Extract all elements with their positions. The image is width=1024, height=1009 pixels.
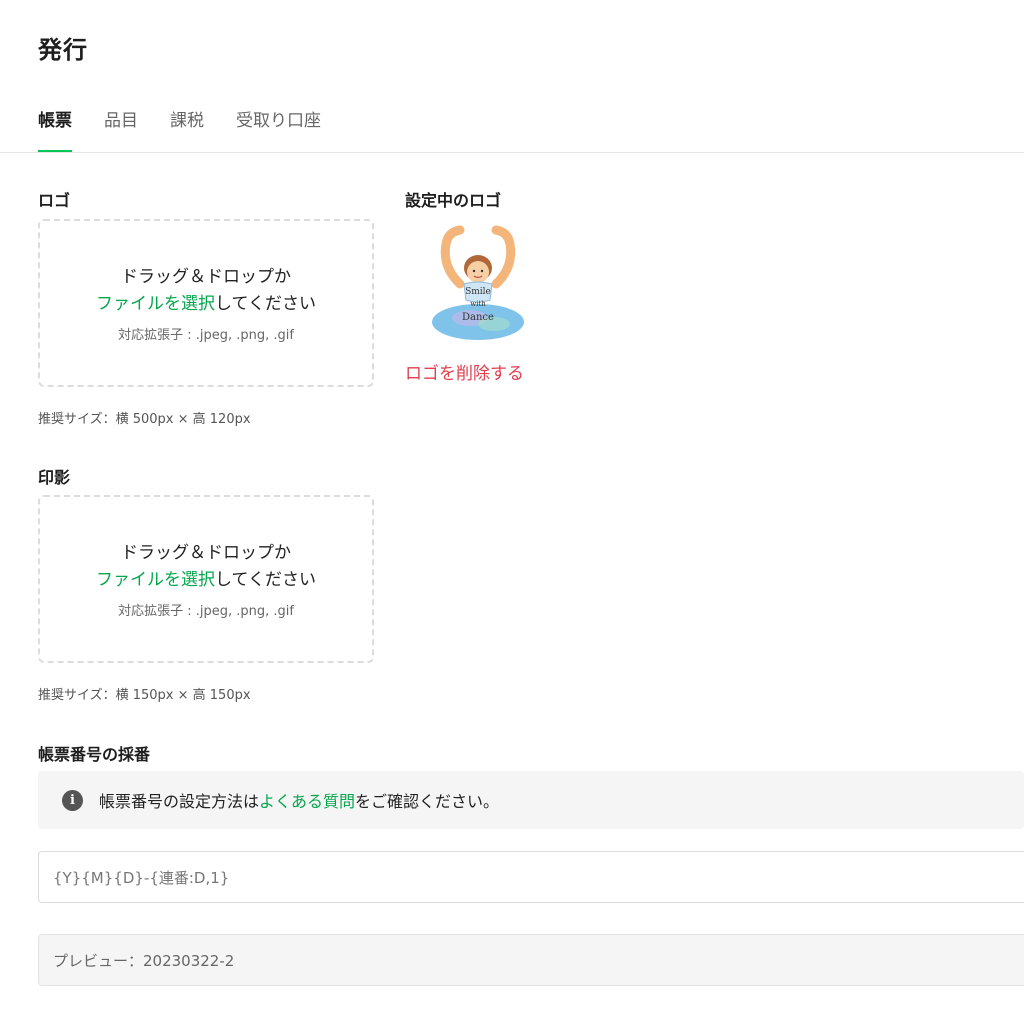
dropzone-extensions: 対応拡張子 : .jpeg, .png, .gif <box>118 603 294 619</box>
numbering-info-box: i 帳票番号の設定方法はよくある質問をご確認ください。 <box>38 771 1024 829</box>
numbering-format-input[interactable] <box>38 851 1024 903</box>
info-icon: i <box>62 789 83 811</box>
info-suffix: をご確認ください。 <box>355 792 500 811</box>
tab-receiving-account[interactable]: 受取り口座 <box>236 106 321 151</box>
dropzone-instruction: ドラッグ＆ドロップか <box>121 266 291 287</box>
delete-logo-button[interactable]: ロゴを削除する <box>405 359 524 384</box>
stamp-section-label: 印影 <box>38 468 71 487</box>
tab-bar: 帳票 品目 課税 受取り口座 <box>38 106 353 153</box>
dropzone-select-line: ファイルを選択してください <box>96 567 316 594</box>
numbering-section-label: 帳票番号の採番 <box>38 745 151 764</box>
page-title: 発行 <box>38 36 88 64</box>
logo-section-label: ロゴ <box>38 191 71 210</box>
logo-text-smile: Smile <box>465 287 491 297</box>
tab-documents[interactable]: 帳票 <box>38 106 72 153</box>
dropzone-instruction: ドラッグ＆ドロップか <box>121 542 291 563</box>
dropzone-instruction-suffix: してください <box>215 569 316 590</box>
stamp-recommended-size: 推奨サイズ：横 150px × 高 150px <box>38 688 251 703</box>
dropzone-select-line: ファイルを選択してください <box>96 291 316 318</box>
current-logo-label: 設定中のロゴ <box>405 191 502 210</box>
stamp-select-file-link[interactable]: ファイルを選択 <box>96 570 215 590</box>
faq-link[interactable]: よくある質問 <box>259 792 355 811</box>
info-prefix: 帳票番号の設定方法は <box>99 792 260 811</box>
dropzone-extensions: 対応拡張子 : .jpeg, .png, .gif <box>118 327 294 343</box>
logo-select-file-link[interactable]: ファイルを選択 <box>96 294 215 314</box>
current-logo-image: Smile with Dance <box>432 225 524 340</box>
dropzone-instruction-suffix: してください <box>215 293 316 314</box>
logo-text-with: with <box>470 300 486 308</box>
stamp-dropzone[interactable]: ドラッグ＆ドロップか ファイルを選択してください 対応拡張子 : .jpeg, … <box>38 495 374 663</box>
logo-recommended-size: 推奨サイズ：横 500px × 高 120px <box>38 412 251 427</box>
tab-divider <box>0 152 1024 153</box>
numbering-preview: プレビュー：20230322-2 <box>38 934 1024 986</box>
logo-text-dance: Dance <box>462 312 494 323</box>
tab-tax[interactable]: 課税 <box>170 106 204 151</box>
numbering-info-text: 帳票番号の設定方法はよくある質問をご確認ください。 <box>99 788 499 812</box>
logo-dropzone[interactable]: ドラッグ＆ドロップか ファイルを選択してください 対応拡張子 : .jpeg, … <box>38 219 374 387</box>
tab-items[interactable]: 品目 <box>104 106 138 151</box>
